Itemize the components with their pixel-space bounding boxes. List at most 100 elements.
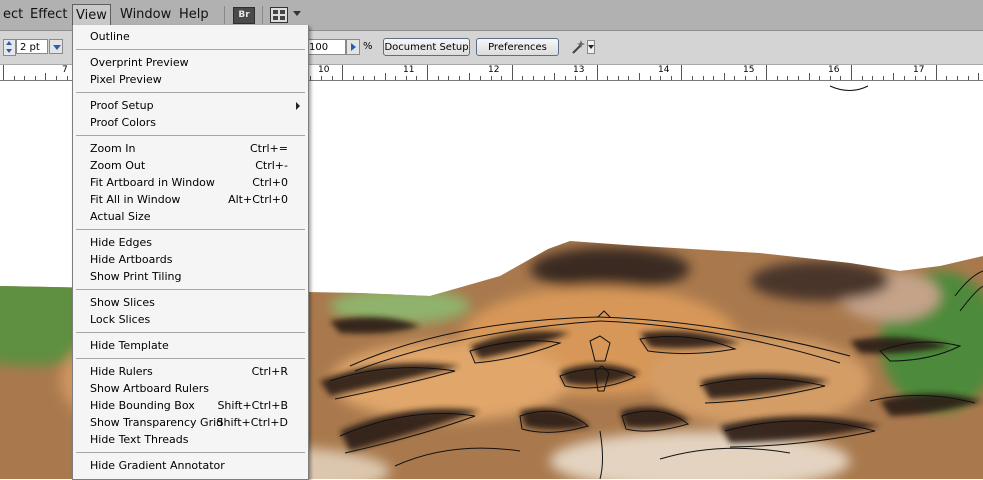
- menu-item-fit-all-in-window[interactable]: Fit All in Window Alt+Ctrl+0: [73, 191, 308, 208]
- menubar-divider: [224, 6, 225, 24]
- menu-item-actual-size[interactable]: Actual Size: [73, 208, 308, 225]
- menu-item-hide-edges[interactable]: Hide Edges: [73, 234, 308, 251]
- ruler-tick: [830, 76, 831, 80]
- menu-item-pixel-preview[interactable]: Pixel Preview: [73, 71, 308, 88]
- ruler-tick: [936, 65, 937, 80]
- ruler-label: 17: [913, 65, 925, 75]
- ruler-tick: [565, 76, 566, 80]
- menu-item-shortcut: Shift+Ctrl+D: [216, 416, 288, 429]
- ruler-tick: [607, 76, 608, 80]
- menu-item-shortcut: Ctrl+R: [251, 365, 288, 378]
- menu-separator: [76, 92, 305, 93]
- menu-window[interactable]: Window: [117, 5, 174, 25]
- menu-item-zoom-in[interactable]: Zoom In Ctrl+=: [73, 140, 308, 157]
- menu-item-proof-setup[interactable]: Proof Setup: [73, 97, 308, 114]
- menu-help[interactable]: Help: [176, 5, 212, 25]
- menu-item-shortcut: Shift+Ctrl+B: [217, 399, 288, 412]
- menu-item-hide-template[interactable]: Hide Template: [73, 337, 308, 354]
- menu-item-label: Pixel Preview: [90, 73, 162, 86]
- document-setup-button[interactable]: Document Setup: [383, 38, 470, 56]
- ruler-tick: [416, 76, 417, 80]
- ruler-tick: [448, 76, 449, 80]
- menu-item-zoom-out[interactable]: Zoom Out Ctrl+-: [73, 157, 308, 174]
- menu-separator: [76, 332, 305, 333]
- menu-item-label: Hide Text Threads: [90, 433, 189, 446]
- stroke-weight-stepper[interactable]: [3, 39, 16, 56]
- ruler-tick: [3, 65, 4, 80]
- ruler-tick: [904, 76, 905, 80]
- menu-item-label: Fit Artboard in Window: [90, 176, 215, 189]
- menu-separator: [76, 452, 305, 453]
- menu-item-hide-text-threads[interactable]: Hide Text Threads: [73, 431, 308, 448]
- ruler-tick: [946, 76, 947, 80]
- menu-item-hide-artboards[interactable]: Hide Artboards: [73, 251, 308, 268]
- ruler-tick: [872, 76, 873, 80]
- opacity-arrow-button[interactable]: [346, 39, 360, 55]
- submenu-arrow-icon: [296, 102, 300, 110]
- magic-wand-icon[interactable]: [570, 39, 586, 55]
- ruler-label: 15: [743, 65, 755, 75]
- chevron-down-icon[interactable]: [587, 40, 595, 54]
- ruler-tick: [766, 65, 767, 80]
- preferences-button[interactable]: Preferences: [476, 38, 559, 56]
- stroke-weight-input[interactable]: 2 pt: [16, 39, 48, 54]
- menu-item-shortcut: Alt+Ctrl+0: [228, 193, 288, 206]
- ruler-tick: [692, 76, 693, 80]
- menu-item-label: Actual Size: [90, 210, 151, 223]
- ruler-tick: [56, 76, 57, 80]
- menu-item-show-slices[interactable]: Show Slices: [73, 294, 308, 311]
- ruler-tick: [512, 65, 513, 80]
- menu-item-show-print-tiling[interactable]: Show Print Tiling: [73, 268, 308, 285]
- ruler-tick: [45, 73, 46, 80]
- menu-item-label: Hide Gradient Annotator: [90, 459, 225, 472]
- stroke-weight-dropdown[interactable]: [49, 39, 63, 54]
- ruler-tick: [883, 76, 884, 80]
- ruler-tick: [978, 73, 979, 80]
- menu-item-show-artboard-rulers[interactable]: Show Artboard Rulers: [73, 380, 308, 397]
- ruler-tick: [639, 73, 640, 80]
- menu-view[interactable]: View: [72, 4, 111, 27]
- menu-effect[interactable]: Effect: [27, 5, 70, 25]
- ruler-tick: [660, 76, 661, 80]
- ruler-tick: [681, 65, 682, 80]
- menu-item-label: Proof Setup: [90, 99, 154, 112]
- menu-object[interactable]: ect: [0, 5, 26, 25]
- ruler-tick: [14, 76, 15, 80]
- menu-item-show-transparency-grid[interactable]: Show Transparency Grid Shift+Ctrl+D: [73, 414, 308, 431]
- menu-item-label: Hide Artboards: [90, 253, 173, 266]
- menu-item-lock-slices[interactable]: Lock Slices: [73, 311, 308, 328]
- ruler-tick: [756, 76, 757, 80]
- ruler-tick: [533, 76, 534, 80]
- ruler-tick: [703, 76, 704, 80]
- menu-item-overprint-preview[interactable]: Overprint Preview: [73, 54, 308, 71]
- menu-item-hide-rulers[interactable]: Hide Rulers Ctrl+R: [73, 363, 308, 380]
- ruler-tick: [385, 73, 386, 80]
- menu-item-hide-bounding-box[interactable]: Hide Bounding Box Shift+Ctrl+B: [73, 397, 308, 414]
- ruler-tick: [957, 76, 958, 80]
- ruler-tick: [406, 76, 407, 80]
- ruler-tick: [893, 73, 894, 80]
- menu-item-fit-artboard-in-window[interactable]: Fit Artboard in Window Ctrl+0: [73, 174, 308, 191]
- ruler-tick: [851, 65, 852, 80]
- menu-item-label: Zoom In: [90, 142, 136, 155]
- menu-item-label: Hide Template: [90, 339, 169, 352]
- ruler-tick: [35, 76, 36, 80]
- ruler-tick: [809, 73, 810, 80]
- bridge-icon[interactable]: Br: [233, 7, 255, 24]
- chevron-down-icon[interactable]: [293, 11, 301, 16]
- opacity-input[interactable]: 100: [306, 39, 346, 55]
- ruler-tick: [353, 76, 354, 80]
- menu-separator: [76, 135, 305, 136]
- menu-item-proof-colors[interactable]: Proof Colors: [73, 114, 308, 131]
- ruler-label: 11: [403, 65, 415, 75]
- menu-item-outline[interactable]: Outline: [73, 28, 308, 45]
- workspace-icon[interactable]: [270, 7, 288, 23]
- menu-item-label: Fit All in Window: [90, 193, 181, 206]
- ruler-tick: [671, 76, 672, 80]
- ruler-tick: [787, 76, 788, 80]
- menu-item-shortcut: Ctrl+=: [249, 142, 288, 155]
- ruler-tick: [459, 76, 460, 80]
- menu-item-hide-gradient-annotator[interactable]: Hide Gradient Annotator: [73, 457, 308, 474]
- menu-item-shortcut: Ctrl+0: [252, 176, 288, 189]
- ruler-tick: [342, 65, 343, 80]
